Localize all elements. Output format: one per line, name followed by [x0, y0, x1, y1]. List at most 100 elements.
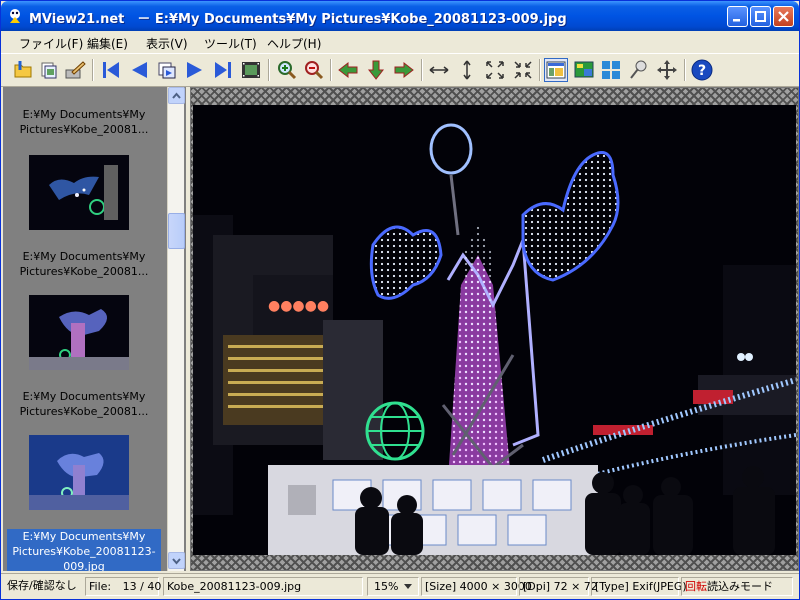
- single-view-icon: [574, 61, 594, 78]
- thumbnail-image[interactable]: [29, 435, 129, 510]
- close-icon: [778, 11, 789, 22]
- toolbar-separator: [684, 59, 686, 81]
- rotate-right-icon: [394, 61, 414, 79]
- pin-button[interactable]: [627, 58, 651, 82]
- thumbnail-label-selected[interactable]: E:¥My Documents¥My Pictures¥Kobe_2008112…: [7, 529, 161, 571]
- rotate-left-button[interactable]: [336, 58, 360, 82]
- svg-text:●●●●●: ●●●●●: [268, 298, 329, 314]
- thumbnail-label[interactable]: E:¥My Documents¥My Pictures¥Kobe_20081..…: [7, 389, 161, 419]
- window-title: MView21.net － E:¥My Documents¥My Picture…: [29, 12, 567, 27]
- image-viewer[interactable]: ●●●●●: [190, 87, 799, 571]
- app-window: MView21.net － E:¥My Documents¥My Picture…: [0, 0, 800, 600]
- move-button[interactable]: [655, 58, 679, 82]
- fit-window-icon: [486, 61, 504, 79]
- file-index-panel: File: 13 / 40: [85, 577, 162, 596]
- toolbar-separator: [268, 59, 270, 81]
- previous-image-button[interactable]: [127, 58, 151, 82]
- zoom-in-button[interactable]: [275, 58, 299, 82]
- chevron-up-icon: [172, 92, 181, 99]
- zoom-level-dropdown[interactable]: 15%: [367, 577, 419, 596]
- rotate-down-icon: [367, 60, 385, 80]
- thumbnail-picture: [49, 165, 118, 220]
- menu-tools[interactable]: ツール(T): [204, 35, 257, 52]
- menu-file[interactable]: ファイル(F): [19, 35, 83, 52]
- toolbar-separator: [421, 59, 423, 81]
- copy-icon: [41, 62, 57, 79]
- rotate-left-icon: [338, 61, 358, 79]
- chevron-down-icon: [403, 584, 412, 589]
- next-image-icon: [187, 62, 202, 78]
- image-size-text: [Size] 4000 × 3000: [421, 577, 532, 596]
- close-button[interactable]: [773, 6, 794, 27]
- thumbnail-label[interactable]: E:¥My Documents¥My Pictures¥Kobe_20081..…: [7, 249, 161, 279]
- pin-icon: [630, 60, 647, 79]
- thumbnail-picture: [29, 309, 129, 370]
- chevron-down-icon: [172, 558, 181, 565]
- filmstrip-button[interactable]: [239, 58, 263, 82]
- toolbar-separator: [92, 59, 94, 81]
- actual-size-button[interactable]: [511, 58, 535, 82]
- rotate-right-button[interactable]: [392, 58, 416, 82]
- thumbnail-view-button[interactable]: [544, 58, 568, 82]
- fit-window-button[interactable]: [483, 58, 507, 82]
- maximize-icon: [755, 11, 766, 22]
- help-button[interactable]: ?: [690, 58, 714, 82]
- fit-height-button[interactable]: [455, 58, 479, 82]
- thumbnail-image[interactable]: [29, 155, 129, 230]
- rotate-indicator: 回転: [685, 580, 707, 593]
- menu-view[interactable]: 表示(V): [146, 35, 188, 52]
- scroll-down-button[interactable]: [168, 552, 185, 569]
- zoom-out-icon: [305, 61, 324, 80]
- thumbnail-picture: [29, 453, 129, 510]
- fit-width-button[interactable]: [427, 58, 451, 82]
- mode-panel: 回転読込みモード: [681, 577, 793, 596]
- svg-text:?: ?: [698, 63, 706, 79]
- thumbnail-label[interactable]: E:¥My Documents¥My Pictures¥Kobe_20081..…: [7, 107, 161, 137]
- scroll-thumb[interactable]: [168, 213, 185, 249]
- fit-height-icon: [463, 60, 471, 80]
- thumbnail-scrollbar[interactable]: [167, 87, 185, 571]
- file-index: 13 / 40: [122, 580, 162, 593]
- first-image-icon: [103, 62, 119, 78]
- thumbnail-image[interactable]: [29, 295, 129, 370]
- toolbar: ?: [1, 53, 799, 87]
- slideshow-step-icon: [158, 62, 176, 79]
- single-view-button[interactable]: [572, 58, 596, 82]
- copy-button[interactable]: [37, 58, 61, 82]
- edit-icon: [65, 61, 86, 79]
- image-dpi-text: [Dpi] 72 × 72: [519, 577, 598, 596]
- minimize-button[interactable]: [727, 6, 748, 27]
- next-image-button[interactable]: [183, 58, 207, 82]
- thumbnail-panel[interactable]: E:¥My Documents¥My Pictures¥Kobe_20081..…: [3, 87, 186, 571]
- move-icon: [657, 60, 677, 80]
- last-image-button[interactable]: [211, 58, 235, 82]
- read-mode-text: 読込みモード: [707, 580, 773, 593]
- scroll-up-button[interactable]: [168, 87, 185, 104]
- main-image[interactable]: ●●●●●: [193, 105, 796, 555]
- app-logo-icon: [10, 9, 20, 23]
- rotate-down-button[interactable]: [364, 58, 388, 82]
- zoom-in-icon: [278, 61, 297, 80]
- status-bar: 保存/確認なし File: 13 / 40 Kobe_20081123-009.…: [1, 573, 799, 599]
- last-image-icon: [215, 62, 231, 78]
- help-icon: ?: [691, 59, 713, 81]
- edit-button[interactable]: [63, 58, 87, 82]
- zoom-level: 15%: [374, 580, 399, 593]
- slideshow-step-button[interactable]: [155, 58, 179, 82]
- fit-width-icon: [429, 66, 449, 74]
- save-state-text: 保存/確認なし: [7, 579, 77, 592]
- actual-size-icon: [514, 61, 532, 79]
- first-image-button[interactable]: [99, 58, 123, 82]
- grid-view-button[interactable]: [599, 58, 623, 82]
- zoom-out-button[interactable]: [302, 58, 326, 82]
- open-folder-button[interactable]: [11, 58, 35, 82]
- title-bar[interactable]: MView21.net － E:¥My Documents¥My Picture…: [1, 1, 799, 31]
- maximize-button[interactable]: [750, 6, 771, 27]
- menu-edit[interactable]: 編集(E): [87, 35, 128, 52]
- menu-bar: ファイル(F) 編集(E) 表示(V) ツール(T) ヘルプ(H): [1, 31, 799, 53]
- previous-image-icon: [132, 62, 147, 78]
- grid-view-icon: [602, 61, 620, 79]
- toolbar-separator: [330, 59, 332, 81]
- menu-help[interactable]: ヘルプ(H): [267, 35, 321, 52]
- open-folder-icon: [14, 61, 32, 78]
